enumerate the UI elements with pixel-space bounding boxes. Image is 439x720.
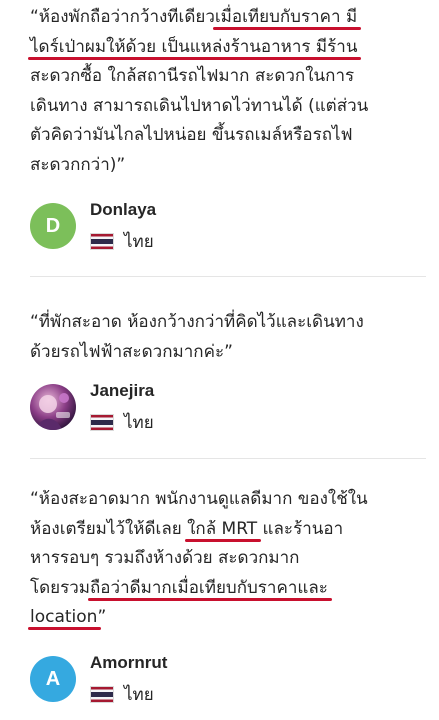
review-text-line: ด้วยรถไฟฟ้าสะดวกมากค่ะ” bbox=[30, 341, 233, 362]
highlighted-text: เทียบกับราคา มี bbox=[240, 7, 362, 30]
review-text: “ที่พักสะอาด ห้องกว้างกว่าที่คิดไว้และเด… bbox=[30, 308, 430, 367]
red-underline bbox=[28, 56, 362, 60]
red-underline bbox=[240, 27, 362, 30]
review-text-segment: ห้องเตรียมไว้ให้ดีเลย bbox=[30, 518, 188, 539]
reviewer-info: D Donlaya ไทย bbox=[30, 200, 410, 263]
red-underline bbox=[28, 627, 102, 630]
red-underline bbox=[88, 597, 332, 601]
reviewer-country: ไทย bbox=[90, 681, 154, 705]
review-text-line: สะดวกซื้อ ใกล้สถานีรถไฟมาก สะดวกในการ bbox=[30, 66, 355, 86]
review-text-line: ตัวคิดว่ามันไกลไปหน่อย ขึ้นรถเมล์หรือรถไ… bbox=[30, 125, 353, 145]
country-name: ไทย bbox=[124, 232, 154, 252]
reviewer-name: Janejira bbox=[90, 381, 155, 400]
avatar-photo-icon bbox=[30, 384, 76, 430]
review-text-segment: และร้านอา bbox=[257, 518, 344, 539]
reviewer-name: Donlaya bbox=[90, 200, 157, 219]
review-text: “ห้องสะอาดมาก พนักงานดูแลดีมาก ของใช้ใน … bbox=[28, 485, 430, 633]
highlighted-text: ถือว่าดีมากเมื่อเทียบกับราคาและ bbox=[88, 578, 332, 601]
highlighted-text: ใกล้ MRT bbox=[185, 519, 262, 542]
thailand-flag-icon bbox=[90, 414, 114, 431]
divider bbox=[30, 458, 426, 459]
review-text-line: หารรอบๆ รวมถึงห้างด้วย สะดวกมาก bbox=[30, 548, 300, 568]
avatar: D bbox=[30, 203, 76, 249]
review-text: “ห้องพักถือว่ากว้างทีเดียวเมื่อ เทียบกับร… bbox=[28, 3, 430, 180]
country-name: ไทย bbox=[124, 685, 154, 705]
avatar bbox=[30, 384, 76, 430]
highlighted-text: ไดร์เป่าผมให้ด้วย เป็นแหล่งร้านอาหาร มีร… bbox=[28, 37, 362, 60]
highlighted-text: เมื่อ bbox=[212, 7, 247, 30]
reviewer-country: ไทย bbox=[90, 228, 154, 252]
thailand-flag-icon bbox=[90, 233, 114, 250]
thailand-flag-icon bbox=[90, 686, 114, 703]
review-text-line: “ห้องสะอาดมาก พนักงานดูแลดีมาก ของใช้ใน bbox=[30, 489, 368, 509]
reviewer-country: ไทย bbox=[90, 409, 154, 433]
highlighted-text: location bbox=[28, 607, 102, 630]
red-underline bbox=[185, 538, 262, 542]
review-text-segment: โดยรวม bbox=[30, 577, 91, 598]
reviewer-info: A Amornrut ไทย bbox=[30, 653, 410, 716]
reviewer-name: Amornrut bbox=[90, 653, 168, 672]
country-name: ไทย bbox=[124, 413, 154, 433]
reviewer-info: Janejira ไทย bbox=[30, 381, 410, 444]
review-text-segment: “ห้องพักถือว่ากว้างทีเดียว bbox=[30, 7, 215, 27]
avatar: A bbox=[30, 656, 76, 702]
review-text-line: สะดวกกว่า)” bbox=[30, 154, 126, 175]
review-text-segment: ” bbox=[97, 607, 107, 627]
divider bbox=[30, 276, 426, 277]
review-text-line: เดินทาง สามารถเดินไปหาดไว่ทานได้ (แต่ส่ว… bbox=[30, 95, 369, 116]
review-text-line: “ที่พักสะอาด ห้องกว้างกว่าที่คิดไว้และเด… bbox=[30, 312, 364, 332]
